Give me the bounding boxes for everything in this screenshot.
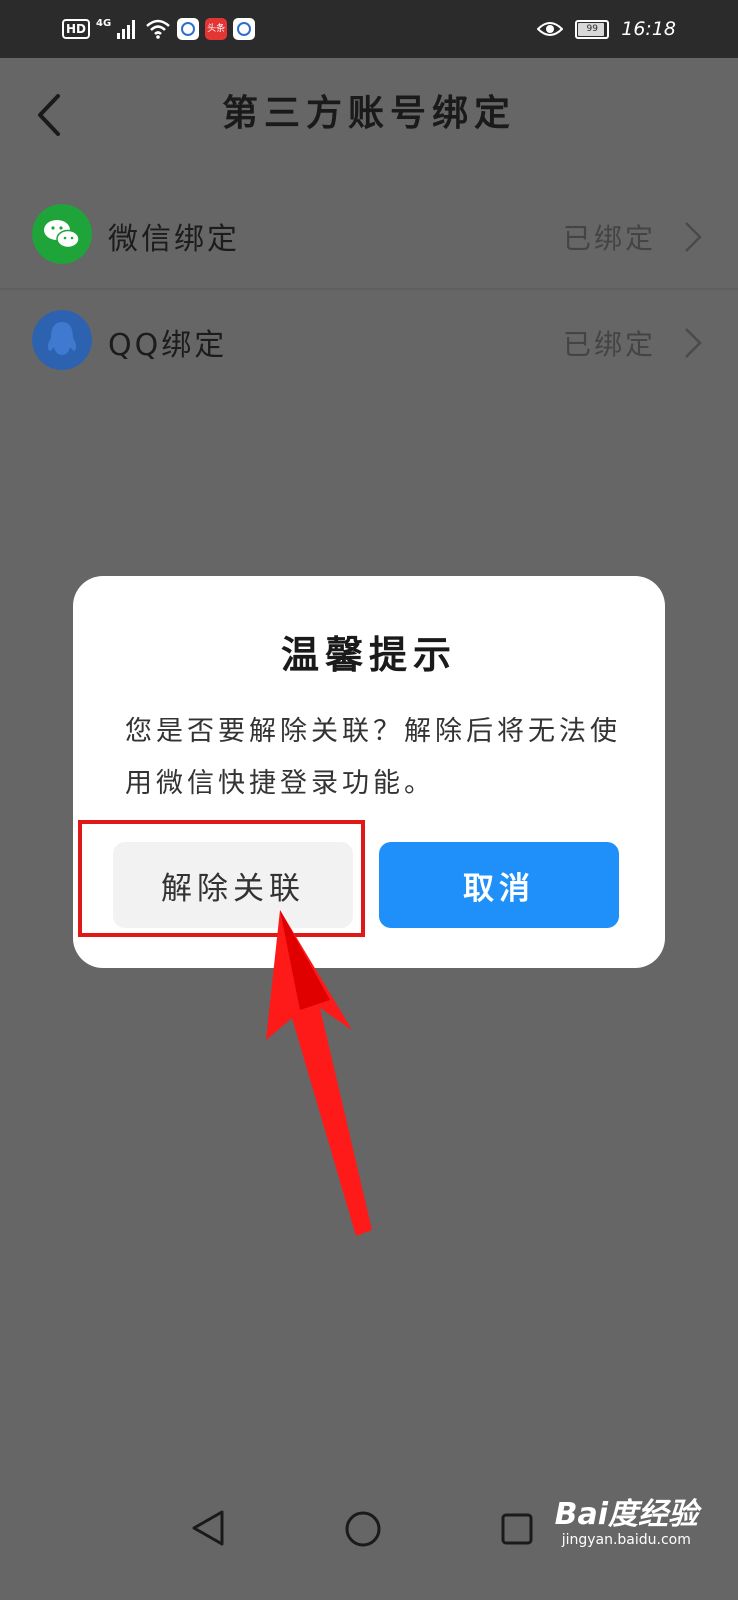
list-item-wechat[interactable]: 微信绑定 已绑定 xyxy=(0,184,738,290)
toutiao-notification-icon: 头条 xyxy=(205,18,228,40)
hd-indicator: HD xyxy=(62,19,91,39)
qq-icon xyxy=(32,310,92,370)
eye-comfort-icon xyxy=(537,22,564,36)
clock: 16:18 xyxy=(621,18,676,40)
qq-bind-status: 已绑定 xyxy=(562,328,656,361)
qq-browser-notification-icon xyxy=(177,18,200,40)
cancel-button[interactable]: 取消 xyxy=(379,842,619,928)
network-type: 4G xyxy=(96,18,112,29)
watermark-brand: Bai度经验 xyxy=(554,1497,698,1532)
wifi-icon xyxy=(146,19,171,39)
wechat-bind-label: 微信绑定 xyxy=(108,222,240,257)
wechat-icon xyxy=(32,204,92,264)
chevron-right-icon xyxy=(685,222,702,252)
page-title: 第三方账号绑定 xyxy=(221,93,516,134)
dialog-title: 温馨提示 xyxy=(280,633,457,677)
baidu-watermark: Bai度经验 jingyan.baidu.com xyxy=(554,1497,698,1549)
red-arrow-annotation xyxy=(266,910,372,1236)
signal-icon xyxy=(117,20,136,39)
status-bar: HD 4G 头条 99 16:18 xyxy=(0,0,738,58)
status-left: HD 4G 头条 xyxy=(62,14,256,44)
qq-bind-label: QQ绑定 xyxy=(108,328,228,363)
battery-level: 99 xyxy=(586,23,598,34)
battery-icon: 99 xyxy=(575,19,610,39)
qq-browser-notification-icon-2 xyxy=(233,18,256,40)
chevron-right-icon xyxy=(685,328,702,358)
watermark-url: jingyan.baidu.com xyxy=(561,1532,691,1548)
home-circle-icon[interactable] xyxy=(344,1510,382,1548)
list-item-qq[interactable]: QQ绑定 已绑定 xyxy=(0,290,738,394)
dialog-message: 您是否要解除关联？解除后将无法使用微信快捷登录功能。 xyxy=(125,716,621,799)
back-triangle-icon[interactable] xyxy=(190,1508,226,1548)
recents-square-icon[interactable] xyxy=(500,1512,534,1546)
status-right: 99 16:18 xyxy=(537,14,676,44)
wechat-bind-status: 已绑定 xyxy=(562,222,656,255)
